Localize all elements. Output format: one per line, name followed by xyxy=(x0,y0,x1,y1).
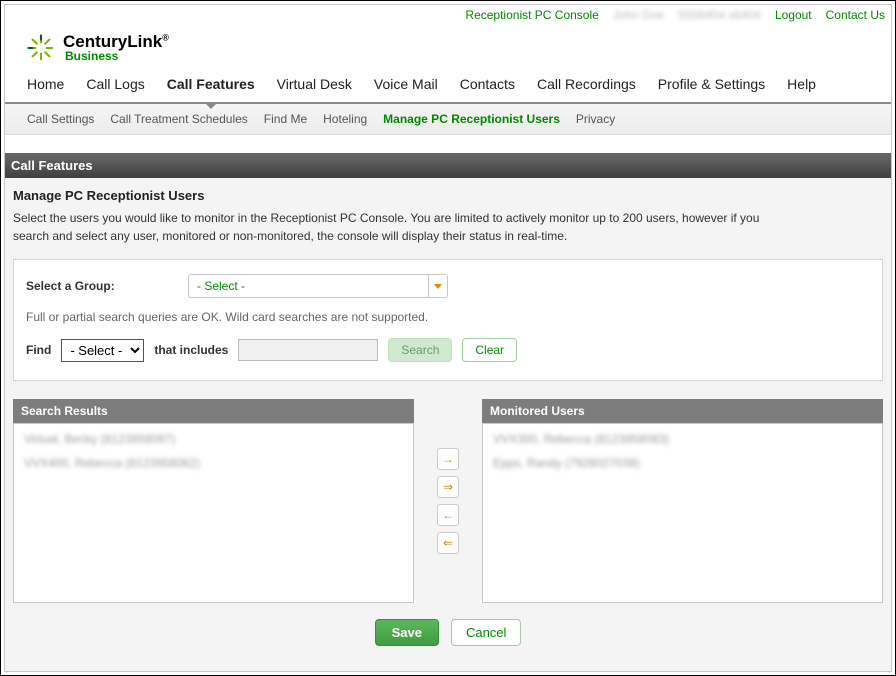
user-name-text: John Doe xyxy=(613,8,664,22)
find-label: Find xyxy=(26,343,51,357)
list-item[interactable]: VVX400, Rebecca (8123958062) xyxy=(24,456,403,470)
double-arrow-left-icon: ⇐ xyxy=(443,536,453,550)
monitored-users-list[interactable]: VVX300, Rebecca (8123958083) Epps, Randy … xyxy=(482,423,883,603)
arrow-right-icon: → xyxy=(442,452,454,466)
page-description: Select the users you would like to monit… xyxy=(13,209,793,245)
group-select-toggle[interactable] xyxy=(428,274,448,298)
group-select-value: - Select - xyxy=(188,274,428,298)
add-button[interactable]: → xyxy=(437,448,459,470)
section-title-bar: Call Features xyxy=(5,153,891,178)
receptionist-console-link[interactable]: Receptionist PC Console xyxy=(465,8,598,22)
subnav-manage-pc-receptionist-users[interactable]: Manage PC Receptionist Users xyxy=(383,112,560,126)
sub-nav: Call Settings Call Treatment Schedules Fin… xyxy=(5,104,891,135)
subnav-call-treatment-schedules[interactable]: Call Treatment Schedules xyxy=(110,112,247,126)
starburst-icon xyxy=(27,34,55,62)
group-label: Select a Group: xyxy=(26,279,176,293)
group-select[interactable]: - Select - xyxy=(188,274,448,298)
list-item[interactable]: VVX300, Rebecca (8123958083) xyxy=(493,432,872,446)
find-field-select[interactable]: - Select - xyxy=(61,339,144,362)
page-title: Manage PC Receptionist Users xyxy=(13,188,883,203)
nav-home[interactable]: Home xyxy=(27,76,64,92)
content-area: Manage PC Receptionist Users Select the … xyxy=(5,178,891,671)
subnav-hoteling[interactable]: Hoteling xyxy=(323,112,367,126)
list-item[interactable]: Virtual, Becky (8123958097) xyxy=(24,432,403,446)
transfer-buttons-column: → ⇒ ← ⇐ xyxy=(418,399,478,603)
subnav-find-me[interactable]: Find Me xyxy=(264,112,307,126)
user-extension-text: 5556404 x6404 xyxy=(678,8,761,22)
search-results-list[interactable]: Virtual, Becky (8123958097) VVX400, Rebec… xyxy=(13,423,414,603)
monitored-users-column: Monitored Users VVX300, Rebecca (8123958… xyxy=(482,399,883,603)
nav-call-recordings[interactable]: Call Recordings xyxy=(537,76,636,92)
nav-profile-settings[interactable]: Profile & Settings xyxy=(658,76,765,92)
chevron-down-icon xyxy=(434,284,442,289)
nav-help[interactable]: Help xyxy=(787,76,816,92)
clear-button[interactable]: Clear xyxy=(462,338,517,362)
search-button[interactable]: Search xyxy=(388,338,452,362)
nav-call-features[interactable]: Call Features xyxy=(167,76,255,92)
nav-call-logs[interactable]: Call Logs xyxy=(86,76,144,92)
registered-icon: ® xyxy=(162,32,169,42)
list-item[interactable]: Epps, Randy (7928027038) xyxy=(493,456,872,470)
nav-voice-mail[interactable]: Voice Mail xyxy=(374,76,438,92)
nav-virtual-desk[interactable]: Virtual Desk xyxy=(277,76,352,92)
subnav-call-settings[interactable]: Call Settings xyxy=(27,112,94,126)
top-utility-links: Receptionist PC Console John Doe 5556404… xyxy=(5,5,891,25)
logout-link[interactable]: Logout xyxy=(775,8,812,22)
brand-row: CenturyLink® Business xyxy=(5,25,891,68)
cancel-button[interactable]: Cancel xyxy=(451,619,521,646)
that-includes-label: that includes xyxy=(154,343,228,357)
monitored-users-header: Monitored Users xyxy=(482,399,883,423)
footer-buttons: Save Cancel xyxy=(13,603,883,654)
main-nav: Home Call Logs Call Features Virtual Desk Vo… xyxy=(5,68,891,104)
search-hint-text: Full or partial search queries are OK. W… xyxy=(26,310,870,324)
brand-subname: Business xyxy=(65,50,169,62)
remove-button[interactable]: ← xyxy=(437,504,459,526)
subnav-privacy[interactable]: Privacy xyxy=(576,112,615,126)
save-button[interactable]: Save xyxy=(375,619,439,646)
double-arrow-right-icon: ⇒ xyxy=(443,480,453,494)
search-results-column: Search Results Virtual, Becky (812395809… xyxy=(13,399,414,603)
remove-all-button[interactable]: ⇐ xyxy=(437,532,459,554)
find-text-input[interactable] xyxy=(238,339,378,361)
dual-list: Search Results Virtual, Becky (812395809… xyxy=(13,399,883,603)
search-panel: Select a Group: - Select - Full or parti… xyxy=(13,259,883,381)
nav-contacts[interactable]: Contacts xyxy=(460,76,515,92)
search-results-header: Search Results xyxy=(13,399,414,423)
arrow-left-icon: ← xyxy=(442,508,454,522)
add-all-button[interactable]: ⇒ xyxy=(437,476,459,498)
group-row: Select a Group: - Select - xyxy=(26,274,870,298)
brand-logo: CenturyLink® Business xyxy=(27,33,869,62)
contact-us-link[interactable]: Contact Us xyxy=(826,8,885,22)
brand-text: CenturyLink® Business xyxy=(63,33,169,62)
find-row: Find - Select - that includes Search Cle… xyxy=(26,338,870,362)
